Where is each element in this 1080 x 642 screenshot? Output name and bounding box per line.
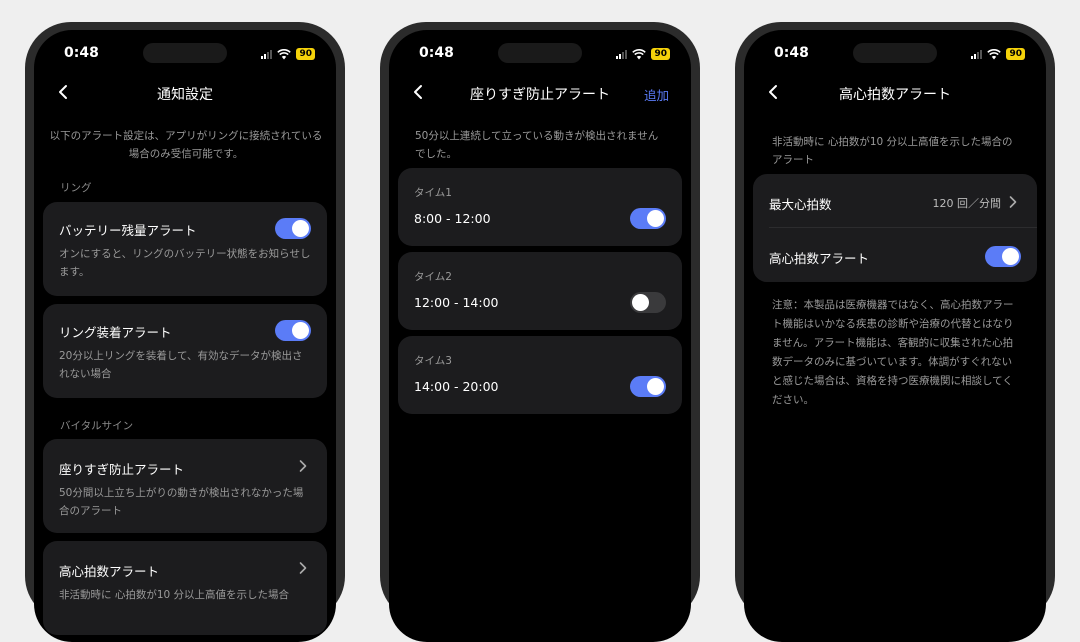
max-heart-rate-value: 120 回／分間 [932, 197, 1002, 210]
section-vital: バイタルサイン [60, 420, 134, 432]
add-button[interactable]: 追加 [644, 85, 669, 104]
chevron-right-icon [1009, 196, 1017, 208]
signal-icon [616, 49, 628, 59]
status-bar: 0:48 90 [744, 45, 1046, 63]
wifi-icon [987, 48, 1002, 59]
battery-alert-title: バッテリー残量アラート [59, 223, 197, 238]
screen: 0:48 90 通知設定 以下のアラート設定は、アプリがリングに接続されている場… [34, 30, 336, 642]
wear-alert-desc: 20分以上リングを装着して、有効なデータが検出されない場合 [59, 350, 303, 380]
phone-sedentary-alert: 0:48 90 座りすぎ防止アラート 追加 50分以上連続して立っている動きが検… [380, 22, 700, 642]
time-slot-range: 8:00 - 12:00 [414, 211, 491, 226]
nav-bar: 座りすぎ防止アラート 追加 [389, 82, 691, 104]
page-title: 通知設定 [157, 87, 213, 103]
chevron-right-icon [299, 562, 307, 574]
sedentary-alert-title: 座りすぎ防止アラート [59, 462, 185, 477]
status-bar: 0:48 90 [34, 45, 336, 63]
battery-alert-desc: オンにすると、リングのバッテリー状態をお知らせします。 [59, 248, 311, 278]
section-ring: リング [60, 182, 92, 194]
status-time: 0:48 [64, 45, 99, 61]
page-title: 高心拍数アラート [839, 87, 951, 103]
time-slot-toggle[interactable] [630, 292, 666, 313]
phone-notification-settings: 0:48 90 通知設定 以下のアラート設定は、アプリがリングに接続されている場… [25, 22, 345, 642]
heart-rate-alert-title: 高心拍数アラート [59, 564, 160, 579]
time-slot-range: 14:00 - 20:00 [414, 379, 499, 394]
heart-rate-alert-desc: 非活動時に 心拍数が10 分以上高値を示した場合 [59, 589, 290, 601]
battery-icon: 90 [651, 48, 670, 60]
sedentary-alert-row[interactable]: 座りすぎ防止アラート 50分間以上立ち上がりの動きが検出されなかった場合のアラー… [43, 439, 327, 533]
time-slot-1: タイム1 8:00 - 12:00 [398, 168, 682, 246]
wear-alert-title: リング装着アラート [59, 325, 172, 340]
battery-alert-toggle[interactable] [275, 218, 311, 239]
wifi-icon [277, 48, 292, 59]
intro-text: 以下のアラート設定は、アプリがリングに接続されている場合のみ受信可能です。 [49, 130, 323, 160]
battery-icon: 90 [1006, 48, 1025, 60]
screen: 0:48 90 座りすぎ防止アラート 追加 50分以上連続して立っている動きが検… [389, 30, 691, 642]
heart-rate-alert-toggle[interactable] [985, 246, 1021, 267]
wear-alert-toggle[interactable] [275, 320, 311, 341]
wear-alert-card: リング装着アラート 20分以上リングを装着して、有効なデータが検出されない場合 [43, 304, 327, 398]
time-slot-label: タイム2 [414, 271, 452, 283]
sedentary-alert-desc: 50分間以上立ち上がりの動きが検出されなかった場合のアラート [59, 487, 304, 517]
intro-text: 50分以上連続して立っている動きが検出されませんでした。 [415, 130, 659, 160]
status-icons: 90 [616, 48, 670, 60]
intro-text: 非活動時に 心拍数が10 分以上高値を示した場合のアラート [772, 136, 1013, 166]
time-slot-2: タイム2 12:00 - 14:00 [398, 252, 682, 330]
battery-alert-card: バッテリー残量アラート オンにすると、リングのバッテリー状態をお知らせします。 [43, 202, 327, 296]
time-slot-label: タイム1 [414, 187, 452, 199]
time-slot-toggle[interactable] [630, 208, 666, 229]
status-time: 0:48 [774, 45, 809, 61]
wifi-icon [632, 48, 647, 59]
phone-heart-rate-alert: 0:48 90 高心拍数アラート 非活動時に 心拍数が10 分以上高値を示した場… [735, 22, 1055, 642]
disclaimer-note: 注意：本製品は医療機器ではなく、高心拍数アラート機能はいかなる疾患の診断や治療の… [772, 299, 1014, 406]
heart-rate-alert-label: 高心拍数アラート [769, 251, 870, 266]
status-bar: 0:48 90 [389, 45, 691, 63]
status-icons: 90 [971, 48, 1025, 60]
time-slot-3: タイム3 14:00 - 20:00 [398, 336, 682, 414]
heart-rate-settings-card: 最大心拍数 120 回／分間 高心拍数アラート [753, 174, 1037, 282]
battery-icon: 90 [296, 48, 315, 60]
nav-bar: 高心拍数アラート [744, 82, 1046, 104]
time-slot-range: 12:00 - 14:00 [414, 295, 499, 310]
signal-icon [971, 49, 983, 59]
time-slot-label: タイム3 [414, 355, 452, 367]
heart-rate-alert-row[interactable]: 高心拍数アラート 非活動時に 心拍数が10 分以上高値を示した場合 [43, 541, 327, 635]
max-heart-rate-label: 最大心拍数 [769, 197, 832, 212]
nav-bar: 通知設定 [34, 82, 336, 104]
status-time: 0:48 [419, 45, 454, 61]
status-icons: 90 [261, 48, 315, 60]
screen: 0:48 90 高心拍数アラート 非活動時に 心拍数が10 分以上高値を示した場… [744, 30, 1046, 642]
time-slot-toggle[interactable] [630, 376, 666, 397]
divider [769, 227, 1037, 228]
chevron-right-icon [299, 460, 307, 472]
signal-icon [261, 49, 273, 59]
